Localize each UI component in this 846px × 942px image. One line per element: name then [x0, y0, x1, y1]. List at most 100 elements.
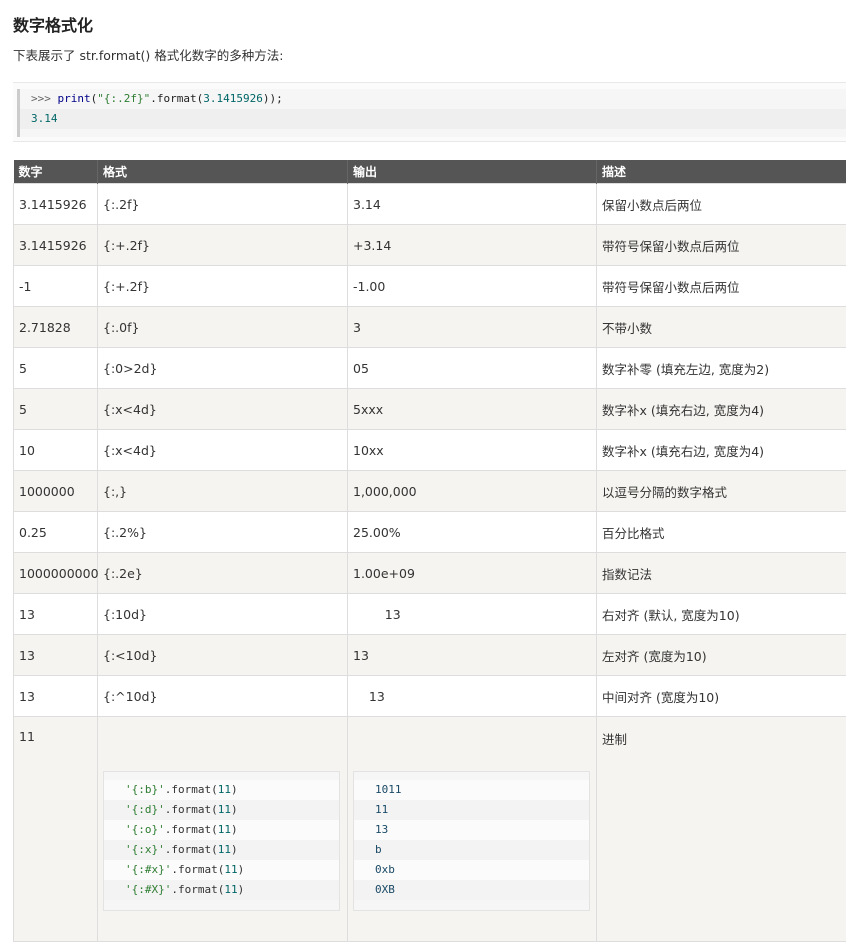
cell-format: {:^10d}	[98, 676, 348, 717]
table-header-row: 数字 格式 输出 描述	[14, 160, 846, 184]
code-string: '{:d}'	[125, 803, 165, 816]
base-format-line: '{:d}'.format(11)	[104, 800, 339, 820]
code-prompt: >>>	[31, 92, 58, 105]
code-method: .format(	[165, 843, 218, 856]
cell-number: 10	[14, 430, 98, 471]
intro-text: 下表展示了 str.format() 格式化数字的多种方法:	[13, 45, 284, 64]
cell-description: 带符号保留小数点后两位	[597, 225, 846, 266]
cell-format: {:10d}	[98, 594, 348, 635]
code-block-body: >>> print("{:.2f}".format(3.1415926)); 3…	[17, 89, 846, 137]
code-string: '{:o}'	[125, 823, 165, 836]
code-method: .format(	[150, 92, 203, 105]
base-format-line: '{:#X}'.format(11)	[104, 880, 339, 900]
table-body: 3.1415926{:.2f}3.14保留小数点后两位3.1415926{:+.…	[14, 184, 846, 942]
cell-description: 百分比格式	[597, 512, 846, 553]
base-output-line: 0XB	[354, 880, 589, 900]
cell-output: 05	[348, 348, 597, 389]
header-description: 描述	[597, 160, 846, 184]
code-close: )	[231, 823, 238, 836]
code-method: .format(	[171, 883, 224, 896]
cell-format: '{:b}'.format(11)'{:d}'.format(11)'{:o}'…	[98, 717, 348, 942]
code-method: .format(	[165, 783, 218, 796]
base-output-line: 0xb	[354, 860, 589, 880]
cell-description: 数字补x (填充右边, 宽度为4)	[597, 389, 846, 430]
code-method: .format(	[171, 863, 224, 876]
code-block: >>> print("{:.2f}".format(3.1415926)); 3…	[13, 82, 846, 142]
cell-format: {:0>2d}	[98, 348, 348, 389]
code-string: '{:x}'	[125, 843, 165, 856]
cell-format: {:,}	[98, 471, 348, 512]
cell-description: 中间对齐 (宽度为10)	[597, 676, 846, 717]
base-format-code-block: '{:b}'.format(11)'{:d}'.format(11)'{:o}'…	[103, 771, 340, 911]
cell-number: 5	[14, 348, 98, 389]
table-row: 1000000000{:.2e}1.00e+09指数记法	[14, 553, 846, 594]
base-format-line: '{:o}'.format(11)	[104, 820, 339, 840]
code-number: 11	[218, 823, 231, 836]
code-function: print	[58, 92, 91, 105]
cell-description: 左对齐 (宽度为10)	[597, 635, 846, 676]
cell-description: 以逗号分隔的数字格式	[597, 471, 846, 512]
cell-format: {:.2f}	[98, 184, 348, 225]
table-row: 13{:^10d} 13中间对齐 (宽度为10)	[14, 676, 846, 717]
code-number: 3.1415926	[203, 92, 263, 105]
cell-output: 10111113b0xb0XB	[348, 717, 597, 942]
code-close: )	[231, 843, 238, 856]
header-format: 格式	[98, 160, 348, 184]
code-number: 11	[224, 883, 237, 896]
code-method: .format(	[165, 803, 218, 816]
code-number: 11	[224, 863, 237, 876]
code-line-input: >>> print("{:.2f}".format(3.1415926));	[20, 89, 846, 109]
cell-description: 带符号保留小数点后两位	[597, 266, 846, 307]
base-format-line: '{:#x}'.format(11)	[104, 860, 339, 880]
cell-output: 10xx	[348, 430, 597, 471]
code-string: '{:#x}'	[125, 863, 171, 876]
cell-description: 保留小数点后两位	[597, 184, 846, 225]
code-number: 11	[218, 783, 231, 796]
table-row: 1000000{:,}1,000,000以逗号分隔的数字格式	[14, 471, 846, 512]
table-row: 13{:10d} 13右对齐 (默认, 宽度为10)	[14, 594, 846, 635]
code-string: '{:b}'	[125, 783, 165, 796]
cell-format: {:.2e}	[98, 553, 348, 594]
cell-description: 指数记法	[597, 553, 846, 594]
cell-number: 5	[14, 389, 98, 430]
base-output-line: 1011	[354, 780, 589, 800]
table-row-base: 11 '{:b}'.format(11)'{:d}'.format(11)'{:…	[14, 717, 846, 942]
code-number: 11	[218, 803, 231, 816]
code-line-output: 3.14	[20, 109, 846, 129]
cell-description: 进制	[597, 717, 846, 942]
cell-format: {:+.2f}	[98, 266, 348, 307]
table-row: 2.71828{:.0f}3不带小数	[14, 307, 846, 348]
cell-format: {:x<4d}	[98, 389, 348, 430]
cell-number: -1	[14, 266, 98, 307]
table-row: 3.1415926{:+.2f}+3.14带符号保留小数点后两位	[14, 225, 846, 266]
cell-format: {:+.2f}	[98, 225, 348, 266]
code-close: )	[231, 783, 238, 796]
cell-number: 13	[14, 676, 98, 717]
cell-format: {:x<4d}	[98, 430, 348, 471]
base-output-line: 13	[354, 820, 589, 840]
cell-description: 右对齐 (默认, 宽度为10)	[597, 594, 846, 635]
cell-number: 13	[14, 635, 98, 676]
cell-output: 3.14	[348, 184, 597, 225]
table-row: 0.25{:.2%}25.00%百分比格式	[14, 512, 846, 553]
cell-number: 1000000	[14, 471, 98, 512]
cell-output: 13	[348, 594, 597, 635]
code-close: ));	[263, 92, 283, 105]
cell-number: 3.1415926	[14, 225, 98, 266]
code-string: "{:.2f}"	[97, 92, 150, 105]
cell-description: 数字补零 (填充左边, 宽度为2)	[597, 348, 846, 389]
cell-number: 1000000000	[14, 553, 98, 594]
cell-number: 13	[14, 594, 98, 635]
table-row: 3.1415926{:.2f}3.14保留小数点后两位	[14, 184, 846, 225]
code-close: )	[238, 883, 245, 896]
table-row: -1{:+.2f}-1.00带符号保留小数点后两位	[14, 266, 846, 307]
base-output-line: 11	[354, 800, 589, 820]
page-title: 数字格式化	[13, 12, 93, 36]
header-number: 数字	[14, 160, 98, 184]
cell-description: 不带小数	[597, 307, 846, 348]
code-close: )	[231, 803, 238, 816]
cell-output: -1.00	[348, 266, 597, 307]
code-number: 11	[218, 843, 231, 856]
cell-number: 3.1415926	[14, 184, 98, 225]
cell-format: {:<10d}	[98, 635, 348, 676]
